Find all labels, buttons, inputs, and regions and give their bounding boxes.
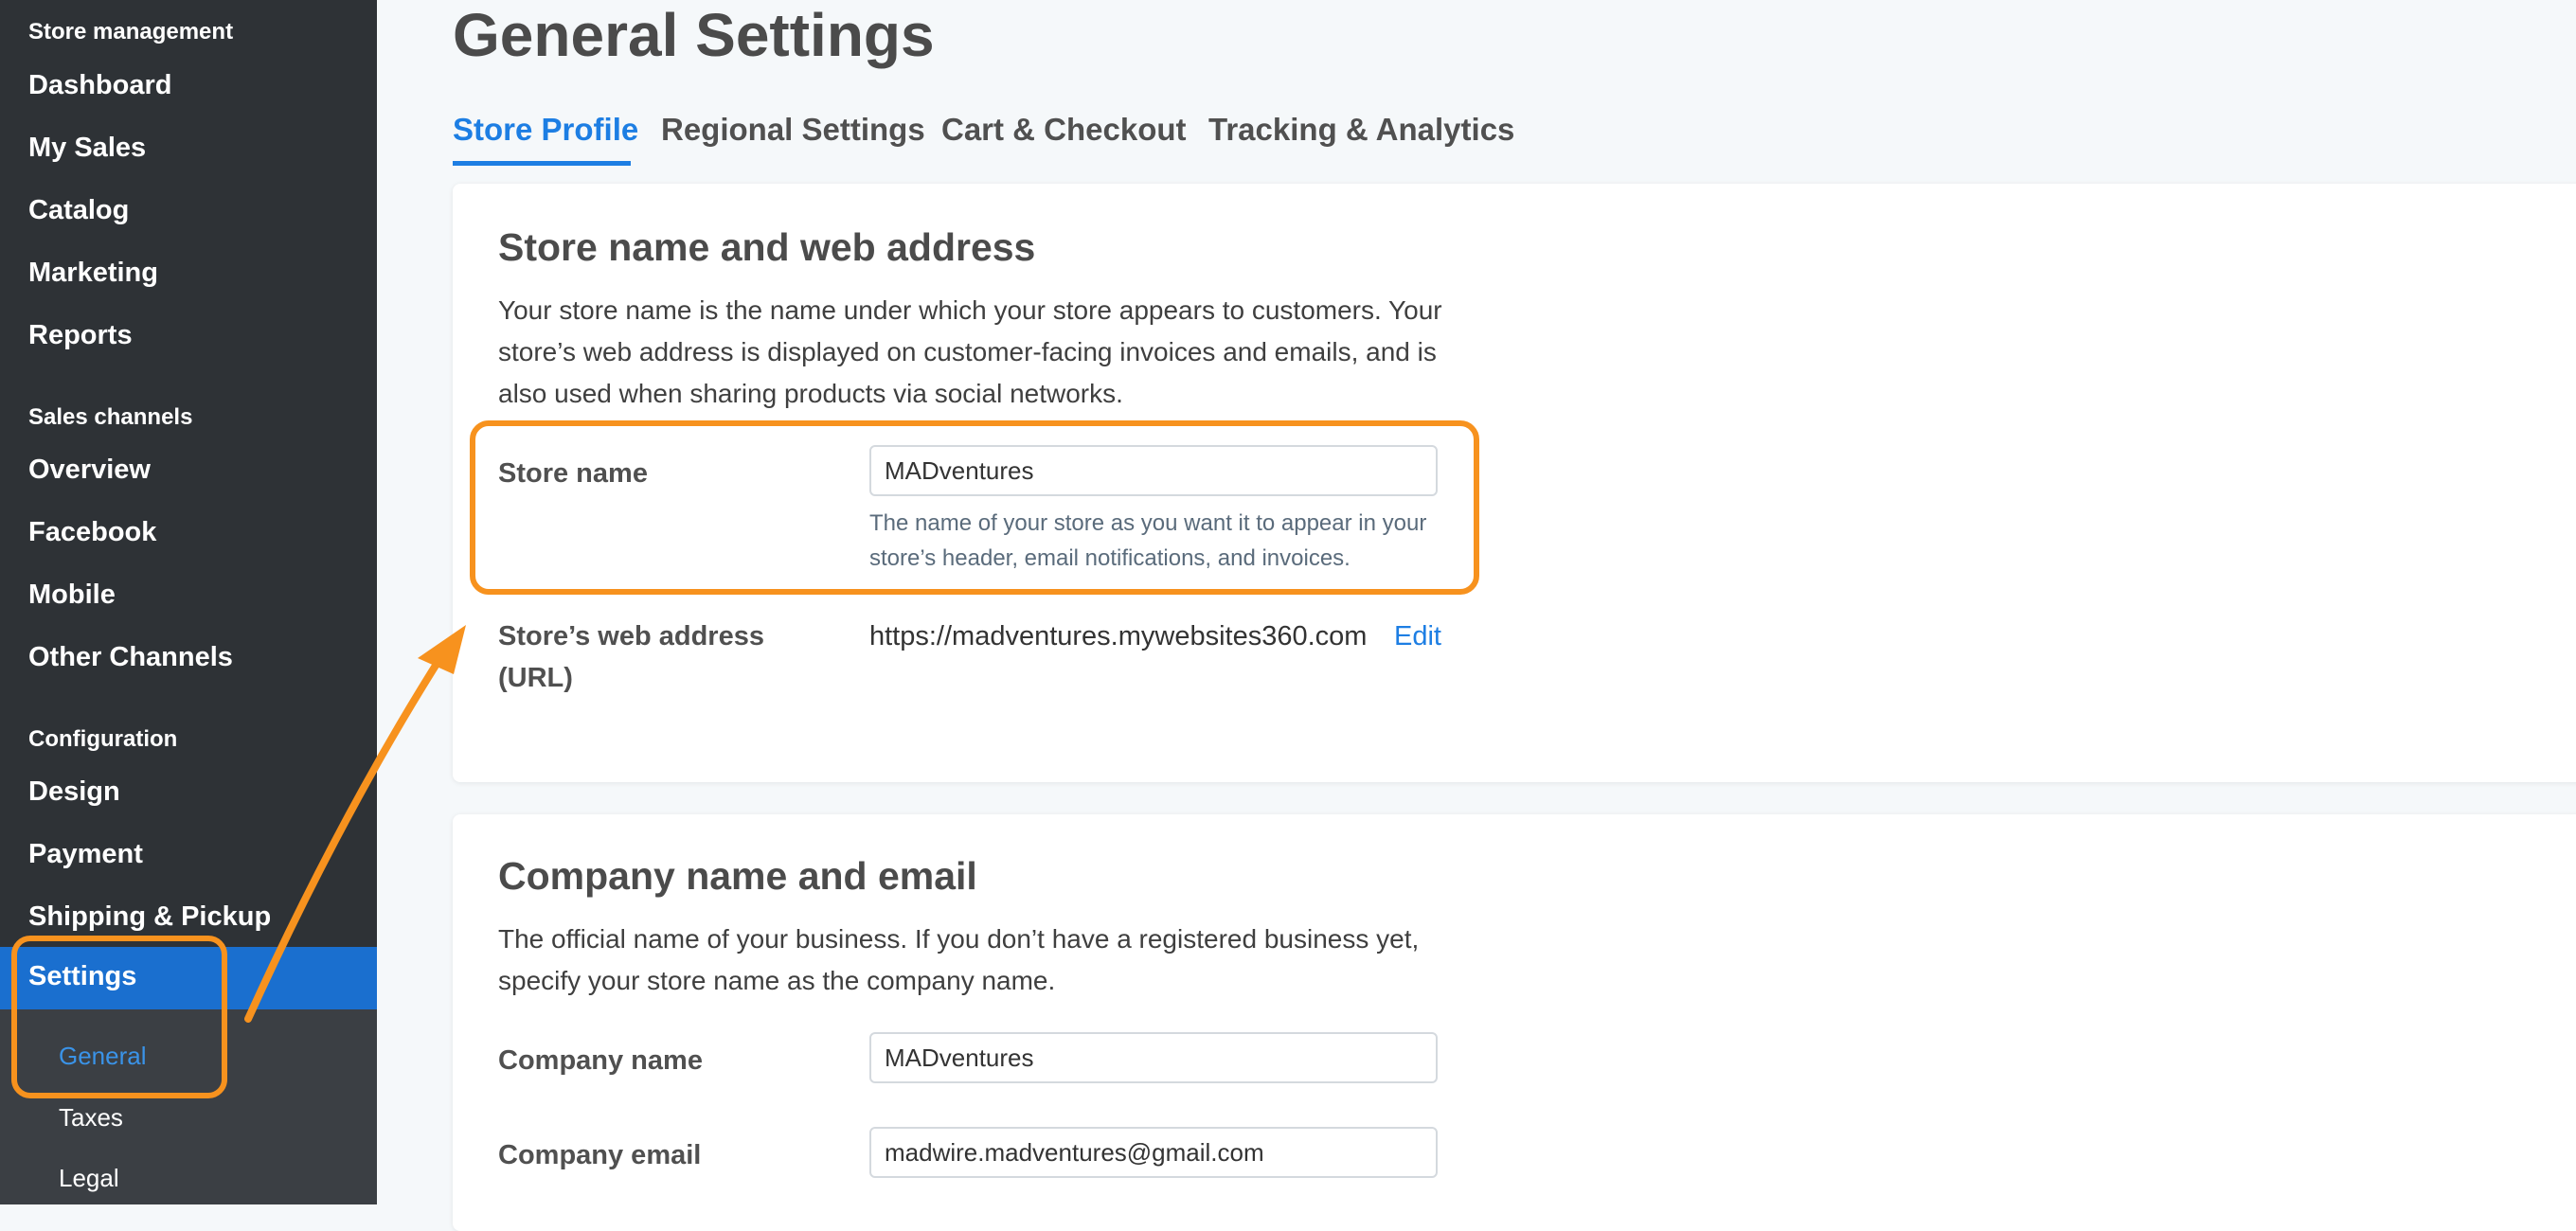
tab-tracking-analytics[interactable]: Tracking & Analytics xyxy=(1208,112,1514,148)
tab-cart-checkout[interactable]: Cart & Checkout xyxy=(941,112,1187,148)
company-name-input[interactable] xyxy=(869,1032,1438,1083)
sidebar-group-sales-channels: Sales channels xyxy=(28,404,193,430)
sidebar-item-facebook[interactable]: Facebook xyxy=(28,517,156,548)
sidebar-item-reports[interactable]: Reports xyxy=(28,320,133,351)
company-card-title: Company name and email xyxy=(498,854,977,898)
sidebar-item-design[interactable]: Design xyxy=(28,776,120,808)
web-address-label: Store’s web address (URL) xyxy=(498,621,764,693)
company-email-input[interactable] xyxy=(869,1127,1438,1178)
active-tab-indicator xyxy=(453,161,631,166)
sidebar-subitem-legal[interactable]: Legal xyxy=(59,1164,119,1193)
sidebar-group-store-management: Store management xyxy=(28,19,234,45)
web-address-value: https://madventures.mywebsites360.com xyxy=(869,621,1368,651)
sidebar-item-other-channels[interactable]: Other Channels xyxy=(28,642,233,673)
settings-highlight-box xyxy=(11,936,227,1098)
sidebar-item-overview[interactable]: Overview xyxy=(28,455,151,486)
sidebar-item-shipping-pickup[interactable]: Shipping & Pickup xyxy=(28,901,271,933)
sidebar-item-catalog[interactable]: Catalog xyxy=(28,195,129,226)
company-card-description: The official name of your business. If y… xyxy=(498,924,1420,995)
company-email-label: Company email xyxy=(498,1140,702,1170)
sidebar-item-mobile[interactable]: Mobile xyxy=(28,580,116,611)
store-card-title: Store name and web address xyxy=(498,225,1036,269)
store-name-highlight-box xyxy=(470,420,1479,595)
store-card-description: Your store name is the name under which … xyxy=(498,295,1442,408)
company-card: Company name and email The official name… xyxy=(453,814,2576,1231)
sidebar-item-marketing[interactable]: Marketing xyxy=(28,258,158,289)
edit-web-address-link[interactable]: Edit xyxy=(1394,621,1441,652)
sidebar-group-configuration: Configuration xyxy=(28,726,178,752)
sidebar-subitem-taxes[interactable]: Taxes xyxy=(59,1103,123,1133)
sidebar-item-my-sales[interactable]: My Sales xyxy=(28,133,146,164)
sidebar-item-dashboard[interactable]: Dashboard xyxy=(28,70,171,101)
company-name-label: Company name xyxy=(498,1045,703,1076)
tab-regional-settings[interactable]: Regional Settings xyxy=(661,112,925,148)
sidebar-item-payment[interactable]: Payment xyxy=(28,839,143,870)
tab-store-profile[interactable]: Store Profile xyxy=(453,112,638,148)
page-title: General Settings xyxy=(453,1,935,69)
